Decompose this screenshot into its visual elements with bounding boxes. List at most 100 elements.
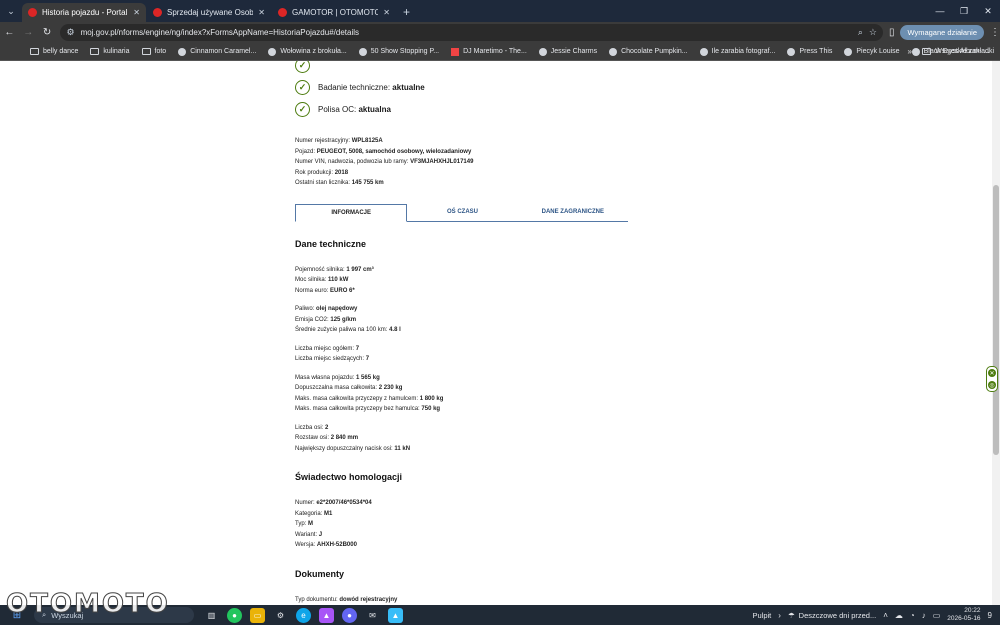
close-icon[interactable]: ✕ [258, 8, 265, 17]
technical-row: Liczba osi: 2 [295, 423, 635, 434]
reload-icon[interactable]: ↻ [38, 23, 57, 42]
browser-tab-0[interactable]: Historia pojazdu - Portal gov.pl ✕ [22, 3, 146, 22]
browser-tab-1[interactable]: Sprzedaj używane Osobowe | O ✕ [147, 3, 271, 22]
cloud-icon[interactable]: ☁ [895, 611, 903, 620]
photos-icon[interactable]: ▲ [319, 607, 334, 623]
minimize-icon[interactable]: — [928, 0, 952, 22]
field-label: Typ: [295, 521, 307, 527]
url-text[interactable]: moj.gov.pl/nforms/engine/ng/index?xForms… [81, 28, 852, 37]
settings-icon[interactable]: ⚙ [273, 608, 288, 623]
field-value: J [318, 531, 323, 538]
window-controls: — ❐ ✕ [928, 0, 1000, 22]
field-value: 110 kW [328, 277, 349, 283]
clock[interactable]: 20:22 2026-05-16 [947, 607, 980, 623]
required-action-button[interactable]: Wymagane działanie [900, 25, 985, 40]
field-value: 125 g/km [330, 316, 357, 323]
field-label: Średnie zużycie paliwa na 100 km: [295, 327, 388, 333]
file-explorer-icon[interactable]: ▭ [250, 607, 265, 623]
field-label: Numer VIN, nadwozia, podwozia lub ramy: [295, 159, 409, 165]
bookmark-label: Jessie Charms [550, 48, 598, 55]
new-tab-plus-icon[interactable]: + [397, 3, 416, 22]
field-value: 1 800 kg [419, 395, 444, 402]
bookmarks-overflow-icon[interactable]: » [908, 47, 912, 56]
bookmark-item[interactable]: Press This [787, 47, 833, 56]
check-value: aktualna [358, 104, 391, 114]
battery-icon[interactable]: ▭ [933, 611, 941, 620]
browser-tab-2[interactable]: GAMOTOR | OTOMOTO ✕ [272, 3, 396, 22]
maximize-icon[interactable]: ❐ [952, 0, 976, 22]
all-bookmarks[interactable]: Wszystkie zakładki [922, 48, 994, 55]
gov-favicon-icon [28, 8, 37, 17]
bookmark-item[interactable]: Cinnamon Caramel... [178, 47, 256, 56]
desktop-label[interactable]: Pulpit [753, 611, 772, 620]
address-bar[interactable]: ⚙ moj.gov.pl/nforms/engine/ng/index?xFor… [60, 24, 883, 41]
bookmark-item[interactable]: Jessie Charms [538, 47, 598, 56]
bookmark-item[interactable]: kulinaria [90, 48, 130, 55]
speaker-icon[interactable]: ♪ [922, 611, 926, 620]
bookmark-item[interactable]: Chocolate Pumpkin... [609, 47, 688, 56]
tab-title: Historia pojazdu - Portal gov.pl [42, 8, 128, 17]
field-value: 2 230 kg [378, 385, 403, 391]
bookmark-label: kulinaria [103, 48, 130, 55]
close-window-icon[interactable]: ✕ [976, 0, 1000, 22]
tab-search-icon[interactable]: ⌄ [0, 0, 22, 22]
menu-kebab-icon[interactable]: ⋮ [990, 27, 1000, 38]
chevron-up-icon[interactable]: ˄ [883, 611, 888, 620]
chrome-icon[interactable]: ● [227, 607, 242, 623]
field-value: 11 kN [394, 445, 411, 452]
check-row-partial: ✓ [295, 61, 635, 76]
page-scrollbar[interactable] [992, 61, 1000, 605]
tab-foreign-data[interactable]: DANE ZAGRANICZNE [518, 204, 628, 221]
task-view-icon[interactable]: ▥ [204, 608, 219, 623]
tab-timeline[interactable]: OŚ CZASU [407, 204, 517, 221]
bookmark-item[interactable]: Wołowina z brokuła... [268, 47, 347, 56]
mail-icon[interactable]: ✉ [365, 608, 380, 623]
chevron-right-icon[interactable]: › [778, 611, 781, 620]
bookmark-item[interactable]: 50 Show Stopping P... [358, 47, 439, 56]
bookmark-label: Press This [799, 48, 833, 55]
extensions-icon[interactable]: ▯ [889, 27, 895, 38]
accessibility-icon[interactable]: ◎ [988, 381, 996, 389]
summary-row: Rok produkcji: 2018 [295, 168, 635, 179]
page-content: ✓ ✓ Badanie techniczne: aktualne ✓ Polis… [0, 61, 1000, 605]
weather-widget[interactable]: ☂ Deszczowe dni przed... [788, 611, 876, 620]
time: 20:22 [964, 607, 981, 614]
photo-editor-icon[interactable]: ▲ [388, 607, 403, 623]
field-label: Typ dokumentu: [295, 596, 338, 603]
app-icon[interactable]: ● [342, 607, 357, 623]
notification-icon[interactable]: 9 [988, 611, 992, 620]
technical-row: Rozstaw osi: 2 840 mm [295, 433, 635, 444]
forward-arrow-icon[interactable]: → [19, 23, 38, 42]
bookmark-item[interactable]: Piecyk Louise [844, 47, 900, 56]
homologation-row: Typ: M [295, 519, 635, 530]
field-value: 4.8 l [389, 327, 401, 333]
technical-group: Liczba osi: 2 Rozstaw osi: 2 840 mm Najwię… [295, 423, 635, 455]
field-value: 1 565 kg [356, 374, 380, 381]
section-title-technical: Dane techniczne [295, 238, 367, 249]
bookmark-item[interactable]: belly dance [30, 48, 78, 55]
field-label: Maks. masa całkowita przyczepy z hamulce… [295, 395, 419, 402]
back-arrow-icon[interactable]: ← [0, 23, 19, 42]
field-label: Liczba miejsc ogółem: [295, 345, 355, 352]
site-info-icon[interactable]: ⚙ [66, 27, 74, 38]
technical-row: Moc silnika: 110 kW [295, 275, 635, 286]
edge-icon[interactable]: e [296, 607, 311, 623]
bookmark-item[interactable]: foto [141, 48, 166, 55]
bookmark-star-icon[interactable]: ☆ [869, 27, 877, 38]
tab-information[interactable]: INFORMACJE [295, 203, 408, 222]
bookmark-item[interactable]: DJ Maretimo - The... [451, 47, 527, 56]
check-value: aktualne [392, 82, 425, 92]
field-label: Największy dopuszczalny nacisk osi: [295, 445, 393, 452]
side-widget[interactable]: ✕ ◎ [986, 366, 998, 392]
scroll-thumb[interactable] [993, 185, 999, 455]
network-icon[interactable]: ◔ [910, 611, 915, 620]
technical-row: Maks. masa całkowita przyczepy z hamulce… [295, 394, 635, 405]
close-icon[interactable]: ✕ [133, 8, 140, 17]
otomoto-watermark: OTOMOTO [6, 589, 170, 620]
zoom-search-icon[interactable]: ⌕ [858, 27, 863, 38]
technical-row: Norma euro: EURO 6* [295, 286, 635, 297]
bookmark-item[interactable]: Ile zarabia fotograf... [699, 47, 775, 56]
close-widget-icon[interactable]: ✕ [988, 369, 996, 377]
close-icon[interactable]: ✕ [383, 8, 390, 17]
homologation-row: Wariant: J [295, 530, 635, 541]
